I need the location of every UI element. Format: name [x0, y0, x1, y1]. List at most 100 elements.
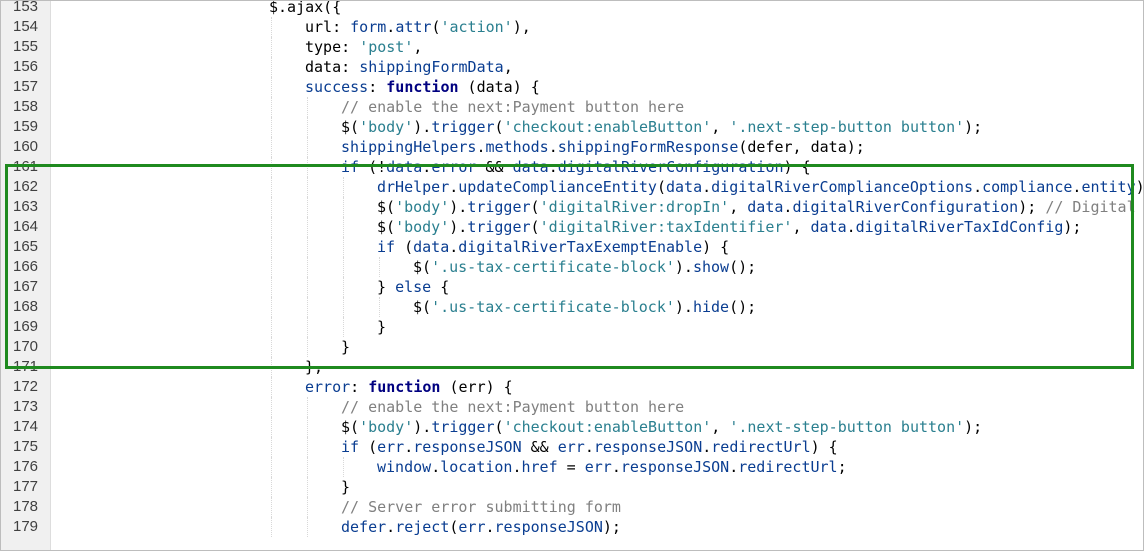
identifier-token: digitalRiverComplianceOptions	[711, 178, 974, 196]
identifier-token: reject	[395, 518, 450, 536]
punctuation-token: ),	[512, 18, 531, 36]
code-text[interactable]: $('body').trigger('checkout:enableButton…	[341, 117, 982, 137]
identifier-token: err	[377, 438, 405, 456]
punctuation-token: ).	[413, 418, 432, 436]
indent-guide	[271, 197, 272, 217]
code-text[interactable]: }	[377, 317, 386, 337]
punctuation-token: );	[964, 118, 983, 136]
punctuation-token: (err) {	[440, 378, 513, 396]
identifier-token: shippingFormData	[359, 58, 504, 76]
line-number: 165	[13, 238, 39, 255]
code-text[interactable]: url: form.attr('action'),	[305, 17, 531, 37]
string-token: 'body'	[359, 118, 414, 136]
indent-guide	[271, 177, 272, 197]
indent-guide	[271, 37, 272, 57]
keyword-token: function	[368, 378, 441, 396]
punctuation-token: $(	[341, 418, 360, 436]
indent-guide	[307, 397, 308, 417]
code-editor[interactable]: 153 $.ajax({154 url: form.attr('action'), 1…	[0, 0, 1144, 551]
code-line: 174 $('body').trigger('checkout:enableBut…	[1, 417, 1143, 437]
code-text[interactable]: success: function (data) {	[305, 77, 540, 97]
comment-token: // Server error submitting form	[341, 498, 621, 516]
code-text[interactable]: data: shippingFormData,	[305, 57, 513, 77]
code-text[interactable]: $('.us-tax-certificate-block').hide();	[413, 297, 756, 317]
punctuation-token: ,	[413, 38, 423, 56]
comment-token: // Digital	[1045, 198, 1136, 216]
code-text[interactable]: // enable the next:Payment button here	[341, 97, 684, 117]
code-text[interactable]: $('body').trigger('digitalRiver:dropIn',…	[377, 197, 1136, 217]
punctuation-token: .	[512, 458, 522, 476]
punctuation-token: .	[729, 458, 739, 476]
identifier-token: updateComplianceEntity	[458, 178, 657, 196]
punctuation-token: },	[305, 358, 324, 376]
string-token: 'digitalRiver:dropIn'	[539, 198, 730, 216]
code-text[interactable]: drHelper.updateComplianceEntity(data.dig…	[377, 177, 1144, 197]
code-text[interactable]: error: function (err) {	[305, 377, 513, 397]
punctuation-token: ();	[729, 258, 757, 276]
line-number: 160	[13, 138, 39, 155]
line-number: 178	[13, 498, 39, 515]
punctuation-token: ).	[674, 298, 693, 316]
identifier-token: digitalRiverTaxExemptEnable	[458, 238, 703, 256]
code-text[interactable]: },	[305, 357, 323, 377]
code-text[interactable]: // enable the next:Payment button here	[341, 397, 684, 417]
code-text[interactable]: defer.reject(err.responseJSON);	[341, 517, 621, 537]
line-number: 162	[13, 178, 39, 195]
punctuation-token: &&	[476, 158, 513, 176]
indent-guide	[307, 337, 308, 357]
code-text[interactable]: }	[341, 337, 350, 357]
code-line: 173 // enable the next:Payment button her…	[1, 397, 1143, 417]
identifier-token: data	[666, 178, 703, 196]
line-number: 176	[13, 458, 39, 475]
code-text[interactable]: shippingHelpers.methods.shippingFormResp…	[341, 137, 865, 157]
identifier-token: digitalRiverConfiguration	[557, 158, 784, 176]
indent-guide	[307, 477, 308, 497]
identifier-token: trigger	[431, 118, 495, 136]
line-number: 154	[13, 18, 39, 35]
code-text[interactable]: window.location.href = err.responseJSON.…	[377, 457, 847, 477]
code-text[interactable]: if (data.digitalRiverTaxExemptEnable) {	[377, 237, 729, 257]
punctuation-token: (	[530, 198, 540, 216]
code-text[interactable]: $.ajax({	[269, 1, 341, 17]
line-number: 166	[13, 258, 39, 275]
string-token: '.next-step-button button'	[729, 418, 965, 436]
code-line: 172 error: function (err) {	[1, 377, 1143, 397]
punctuation-token: }	[341, 338, 351, 356]
indent-guide	[271, 157, 272, 177]
indent-guide	[271, 457, 272, 477]
indent-guide	[271, 417, 272, 437]
indent-guide	[307, 197, 308, 217]
code-text[interactable]: $('body').trigger('checkout:enableButton…	[341, 417, 982, 437]
code-text[interactable]: $('body').trigger('digitalRiver:taxIdent…	[377, 217, 1081, 237]
string-token: 'checkout:enableButton'	[503, 418, 712, 436]
punctuation-token: }	[377, 278, 396, 296]
indent-guide	[307, 317, 308, 337]
identifier-token: if	[341, 158, 360, 176]
indent-guide	[379, 297, 380, 317]
indent-guide	[271, 477, 272, 497]
line-number: 171	[13, 358, 39, 375]
indent-guide	[307, 417, 308, 437]
line-number: 158	[13, 98, 39, 115]
punctuation-token: (data) {	[458, 78, 540, 96]
code-text[interactable]: }	[341, 477, 350, 497]
indent-guide	[271, 57, 272, 77]
punctuation-token: $(	[377, 198, 396, 216]
code-text[interactable]: $('.us-tax-certificate-block').show();	[413, 257, 756, 277]
string-token: 'checkout:enableButton'	[503, 118, 712, 136]
indent-guide	[271, 237, 272, 257]
string-token: '.us-tax-certificate-block'	[431, 298, 675, 316]
code-text[interactable]: type: 'post',	[305, 37, 422, 57]
code-text[interactable]: if (err.responseJSON && err.responseJSON…	[341, 437, 838, 457]
code-line: 175 if (err.responseJSON && err.responseJ…	[1, 437, 1143, 457]
identifier-token: shippingHelpers	[341, 138, 477, 156]
punctuation-token: data:	[305, 58, 360, 76]
code-text[interactable]: } else {	[377, 277, 449, 297]
identifier-token: redirectUrl	[711, 438, 811, 456]
code-line: 165 if (data.digitalRiverTaxExemptEnable)…	[1, 237, 1143, 257]
punctuation-token: {	[431, 278, 450, 296]
code-text[interactable]: if (!data.error && data.digitalRiverConf…	[341, 157, 811, 177]
code-text[interactable]: // Server error submitting form	[341, 497, 621, 517]
punctuation-token: .	[485, 518, 495, 536]
punctuation-token: );	[1135, 178, 1144, 196]
